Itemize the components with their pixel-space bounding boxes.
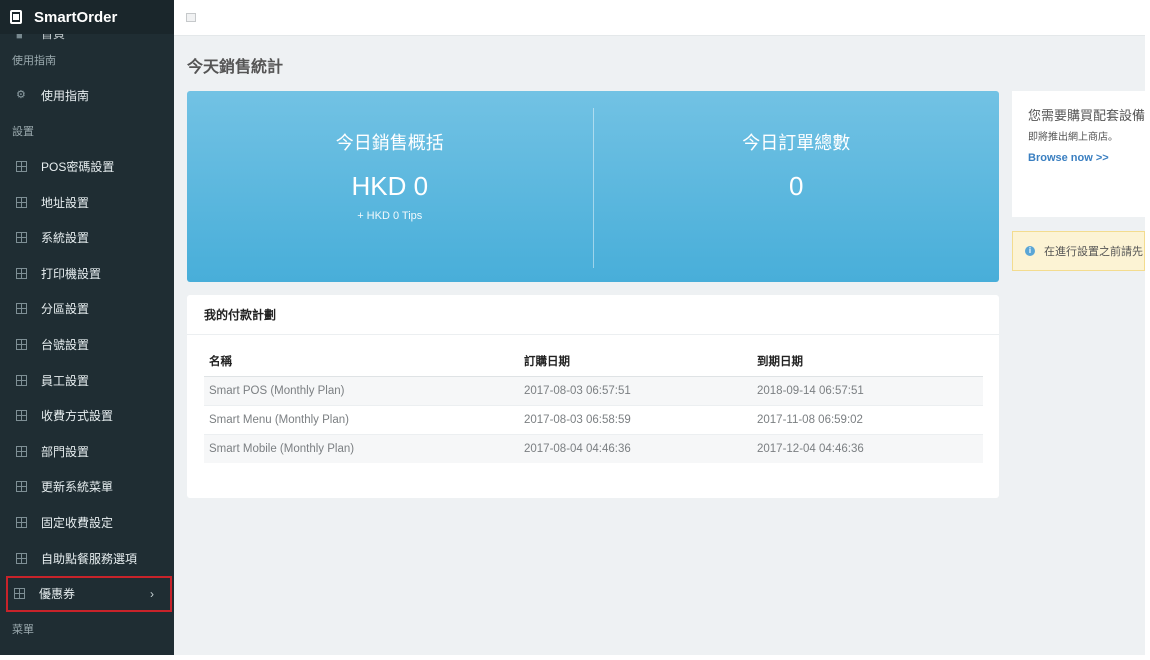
- sidebar-item-label: 自助點餐服務選項: [41, 551, 138, 566]
- today-sales-summary: 今日銷售概括 HKD 0 + HKD 0 Tips: [187, 91, 593, 282]
- sidebar-item-label: POS密碼設置: [41, 160, 115, 175]
- sidebar-section-guide: 使用指南: [12, 54, 56, 67]
- plan-name-cell: Smart Mobile (Monthly Plan): [204, 433, 519, 463]
- sidebar-item-label: 台號設置: [41, 338, 90, 353]
- sidebar-item-table-number[interactable]: 台號設置: [0, 327, 174, 363]
- grid-icon: [16, 374, 27, 386]
- grid-icon: [16, 339, 27, 351]
- sidebar-item-label: 地址設置: [41, 195, 90, 210]
- sidebar-item-guide[interactable]: ⚙ 使用指南: [0, 78, 174, 114]
- payment-plans-table: 名稱 訂購日期 到期日期 Smart POS (Monthly Plan) 20…: [204, 347, 983, 463]
- chevron-right-icon: ›: [150, 586, 154, 601]
- today-sales-label: 今日銷售概括: [335, 133, 444, 153]
- table-row: Smart Mobile (Monthly Plan) 2017-08-04 0…: [204, 433, 983, 463]
- info-icon: i: [1025, 246, 1035, 256]
- grid-icon: [16, 232, 27, 244]
- today-orders-summary: 今日訂單總數 0: [594, 91, 1000, 282]
- screen-edge-right: [1145, 0, 1150, 660]
- table-header-row: 名稱 訂購日期 到期日期: [204, 347, 983, 377]
- sidebar-item-department[interactable]: 部門設置: [0, 434, 174, 470]
- grid-icon: [16, 552, 27, 564]
- page-title: 今天銷售統計: [187, 59, 284, 76]
- sidebar-section-menu: 菜單: [12, 624, 34, 637]
- sidebar-item-staff[interactable]: 員工設置: [0, 362, 174, 398]
- sidebar-item-label: 固定收費設定: [41, 516, 114, 531]
- top-bar: [174, 0, 1145, 36]
- grid-icon: [16, 481, 27, 493]
- today-sales-value: HKD 0: [351, 171, 429, 201]
- setup-notice: i 在進行設置之前請先: [1012, 231, 1145, 271]
- sidebar-item-label: 首頁: [41, 34, 66, 41]
- expiry-date-cell: 2017-12-04 04:46:36: [752, 433, 983, 463]
- order-date-cell: 2017-08-03 06:57:51: [519, 375, 752, 405]
- sidebar-item-home[interactable]: ■ 首頁: [0, 34, 174, 42]
- smartorder-logo-icon: [10, 10, 22, 24]
- grid-icon: [14, 588, 25, 600]
- equipment-promo-card: 您需要購買配套設備 即將推出網上商店。 Browse now >>: [1012, 91, 1145, 217]
- app-title: SmartOrder: [34, 8, 118, 26]
- sidebar-item-fixed-charge[interactable]: 固定收費設定: [0, 505, 174, 541]
- sidebar-item-system[interactable]: 系統設置: [0, 220, 174, 256]
- home-icon: ■: [16, 34, 23, 42]
- sales-stats-panel: 今日銷售概括 HKD 0 + HKD 0 Tips 今日訂單總數 0: [187, 91, 999, 282]
- sidebar-item-label: 分區設置: [41, 302, 90, 317]
- sidebar-item-label: 更新系統菜單: [41, 480, 114, 495]
- grid-icon: [16, 303, 27, 315]
- promo-title: 您需要購買配套設備: [1028, 108, 1145, 123]
- sidebar-item-zone[interactable]: 分區設置: [0, 291, 174, 327]
- sidebar-item-label: 優惠券: [39, 587, 76, 602]
- order-date-cell: 2017-08-03 06:58:59: [519, 404, 752, 434]
- grid-icon: [16, 517, 27, 529]
- sidebar-item-label: 員工設置: [41, 373, 90, 388]
- table-row: Smart Menu (Monthly Plan) 2017-08-03 06:…: [204, 404, 983, 434]
- plan-name-cell: Smart POS (Monthly Plan): [204, 375, 519, 405]
- column-header-name: 名稱: [204, 347, 519, 377]
- sidebar-item-printer[interactable]: 打印機設置: [0, 256, 174, 292]
- sidebar-item-payment-method[interactable]: 收費方式設置: [0, 398, 174, 434]
- grid-icon: [16, 267, 27, 279]
- payment-plans-title: 我的付款計劃: [187, 295, 999, 335]
- sidebar-item-label: 部門設置: [41, 444, 90, 459]
- browse-now-link[interactable]: Browse now >>: [1028, 152, 1109, 164]
- grid-icon: [16, 445, 27, 457]
- payment-plans-card: 我的付款計劃 名稱 訂購日期 到期日期 Smart POS (Monthly P…: [187, 295, 999, 498]
- sidebar-item-label: 打印機設置: [41, 266, 102, 281]
- sidebar-section-settings: 設置: [12, 125, 34, 138]
- today-orders-value: 0: [789, 171, 804, 201]
- sidebar-item-update-menu[interactable]: 更新系統菜單: [0, 469, 174, 505]
- today-tips-value: + HKD 0 Tips: [357, 210, 423, 222]
- sidebar-toggle-icon[interactable]: [186, 13, 196, 22]
- expiry-date-cell: 2018-09-14 06:57:51: [752, 375, 983, 405]
- grid-icon: [16, 161, 27, 173]
- today-orders-label: 今日訂單總數: [742, 133, 851, 153]
- sidebar: SmartOrder ■ 首頁 使用指南 ⚙ 使用指南 設置 POS密碼設置 地…: [0, 0, 174, 655]
- table-row: Smart POS (Monthly Plan) 2017-08-03 06:5…: [204, 375, 983, 405]
- brand-bar[interactable]: SmartOrder: [0, 0, 174, 34]
- gear-icon: ⚙: [16, 88, 26, 101]
- sidebar-item-label: 系統設置: [41, 231, 90, 246]
- sidebar-item-pos-password[interactable]: POS密碼設置: [0, 149, 174, 185]
- grid-icon: [16, 410, 27, 422]
- order-date-cell: 2017-08-04 04:46:36: [519, 433, 752, 463]
- sidebar-item-label: 使用指南: [41, 88, 90, 103]
- column-header-order-date: 訂購日期: [519, 347, 752, 377]
- setup-notice-text: 在進行設置之前請先: [1044, 246, 1143, 258]
- screen-edge-bottom: [0, 655, 1150, 660]
- plan-name-cell: Smart Menu (Monthly Plan): [204, 404, 519, 434]
- promo-text: 即將推出網上商店。: [1028, 132, 1118, 143]
- sidebar-item-self-order-options[interactable]: 自助點餐服務選項: [0, 540, 174, 576]
- grid-icon: [16, 196, 27, 208]
- column-header-expiry-date: 到期日期: [752, 347, 983, 377]
- sidebar-item-address[interactable]: 地址設置: [0, 184, 174, 220]
- sidebar-item-label: 收費方式設置: [41, 409, 114, 424]
- sidebar-item-coupons[interactable]: 優惠券 ›: [6, 575, 172, 612]
- expiry-date-cell: 2017-11-08 06:59:02: [752, 404, 983, 434]
- main-content: 今天銷售統計 今日銷售概括 HKD 0 + HKD 0 Tips 今日訂單總數 …: [174, 36, 1145, 655]
